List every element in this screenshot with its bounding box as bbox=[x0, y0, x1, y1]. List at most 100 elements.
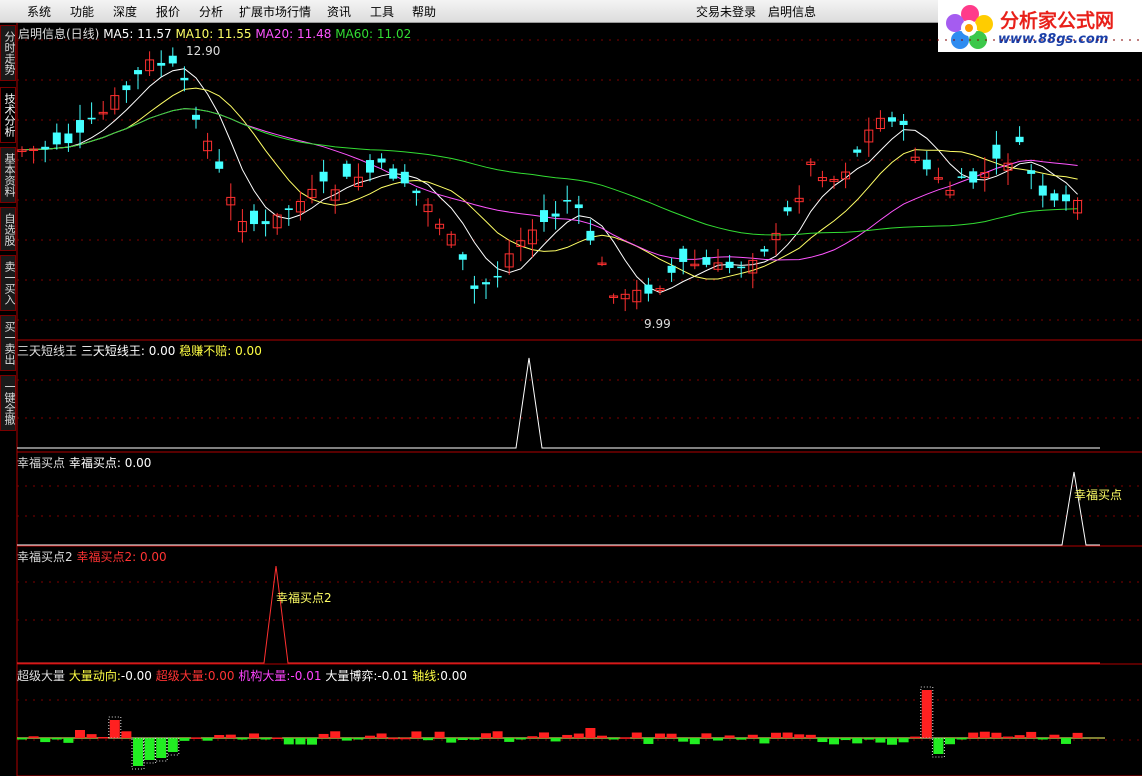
stock-title: 启明信息(日线) bbox=[18, 27, 100, 41]
ma20-label: MA20: 11.48 bbox=[255, 27, 332, 41]
volume-bar bbox=[956, 738, 967, 740]
xingfu2-line bbox=[17, 565, 1100, 664]
candle-body-down bbox=[969, 171, 978, 183]
volume-bar bbox=[852, 738, 863, 744]
chart-canvas[interactable] bbox=[0, 0, 1142, 776]
candle-body-down bbox=[284, 208, 293, 211]
candlestick-layer bbox=[17, 47, 1083, 312]
volume-bar bbox=[481, 733, 491, 738]
volume-bar bbox=[307, 738, 317, 745]
volume-bar bbox=[597, 735, 607, 738]
xingfu-signal-label: 幸福买点 bbox=[1074, 488, 1123, 502]
volume-bar bbox=[133, 738, 143, 766]
sankou-value: 三天短线王: 0.00 bbox=[80, 344, 176, 358]
zhouxian-label: 轴线: bbox=[412, 669, 441, 683]
candle-body-down bbox=[41, 146, 50, 150]
volume-bar bbox=[225, 734, 236, 738]
volume-bar bbox=[469, 738, 480, 740]
volume-bar bbox=[794, 734, 805, 738]
volume-bar bbox=[1014, 735, 1025, 738]
volume-bar bbox=[214, 735, 225, 738]
ma-line-45 bbox=[21, 108, 1078, 236]
volume-bar bbox=[1061, 738, 1071, 744]
volume-bar bbox=[782, 732, 793, 738]
volume-bar bbox=[330, 731, 341, 738]
volume-bar bbox=[98, 737, 109, 739]
volume-bar bbox=[585, 728, 596, 738]
candle-body-down bbox=[992, 144, 1001, 159]
jigou-daliang-value: -0.01 bbox=[290, 669, 322, 683]
candle-body-down bbox=[586, 230, 595, 241]
main-panel-header: 启明信息(日线) MA5: 11.57 MA10: 11.55 MA20: 11… bbox=[18, 25, 411, 42]
candle-body-down bbox=[261, 221, 270, 225]
volume-bar bbox=[272, 737, 283, 739]
candle-body-down bbox=[122, 85, 131, 91]
candle-body-down bbox=[1027, 170, 1036, 174]
candle-body-down bbox=[1062, 194, 1070, 202]
volume-bar bbox=[724, 735, 735, 738]
volume-bar bbox=[655, 733, 665, 738]
volume-bar bbox=[249, 733, 259, 738]
candle-body-down bbox=[899, 120, 908, 125]
volume-bar bbox=[191, 737, 201, 739]
volume-bar bbox=[979, 731, 990, 738]
volume-bar bbox=[817, 738, 828, 743]
candle-body-down bbox=[412, 190, 421, 194]
candle-body-down bbox=[737, 266, 746, 269]
volume-bar bbox=[713, 738, 723, 741]
candle-body-down bbox=[563, 200, 572, 202]
volume-bar bbox=[434, 731, 445, 738]
volume-bar bbox=[840, 738, 851, 741]
volume-bar bbox=[1072, 732, 1083, 738]
candle-body-down bbox=[400, 171, 409, 184]
candle-body-down bbox=[180, 77, 189, 81]
volume-bar bbox=[457, 738, 468, 740]
candle-body-down bbox=[52, 132, 61, 145]
candle-body-down bbox=[157, 62, 166, 66]
candle-body-down bbox=[853, 149, 862, 153]
volume-bar bbox=[701, 733, 712, 738]
candle-body-down bbox=[319, 171, 328, 182]
xingfu2-signal-label: 幸福买点2 bbox=[276, 591, 332, 605]
volume-bar bbox=[910, 736, 921, 739]
candle-body-down bbox=[1038, 185, 1047, 196]
candle-body-down bbox=[192, 114, 200, 120]
low-price-label: 9.99 bbox=[644, 317, 671, 331]
candle-body-down bbox=[540, 210, 548, 223]
volume-bar bbox=[1049, 734, 1060, 738]
sankou-name: 三天短线王 bbox=[17, 344, 78, 358]
volume-bar bbox=[40, 738, 51, 743]
volume-bar bbox=[666, 733, 677, 738]
volume-bar bbox=[968, 732, 979, 738]
volume-bar bbox=[318, 733, 329, 738]
xingfu-name: 幸福买点 bbox=[17, 456, 66, 470]
ma-line-10 bbox=[21, 87, 1078, 280]
candle-body-down bbox=[168, 55, 177, 64]
candle-body-down bbox=[679, 248, 688, 262]
volume-bar bbox=[353, 738, 364, 740]
volume-bar bbox=[492, 731, 503, 738]
volume-bar bbox=[829, 738, 839, 745]
jigou-daliang-label: 机构大量: bbox=[238, 669, 291, 683]
volume-bar bbox=[399, 737, 410, 740]
daliang-boyi-value: -0.01 bbox=[377, 669, 409, 683]
candle-body-down bbox=[493, 275, 502, 278]
volume-bar bbox=[945, 738, 955, 745]
daliang-dongxiang-value: -0.00 bbox=[120, 669, 152, 683]
volume-bar bbox=[179, 738, 190, 741]
volume-bar bbox=[75, 730, 85, 738]
candle-body-down bbox=[64, 133, 73, 144]
candle-body-down bbox=[644, 284, 653, 294]
volume-bar bbox=[365, 735, 375, 738]
ma-line-20 bbox=[21, 108, 1078, 261]
xingfu2-value: 幸福买点2: 0.00 bbox=[76, 550, 167, 564]
volume-name: 超级大量 bbox=[17, 669, 66, 683]
candle-body-down bbox=[725, 261, 734, 268]
xingfu-value: 幸福买点: 0.00 bbox=[68, 456, 152, 470]
candle-body-down bbox=[389, 168, 398, 179]
candle-body-down bbox=[1015, 136, 1024, 143]
volume-bar bbox=[921, 690, 932, 738]
indicator-layer bbox=[17, 357, 1105, 770]
volume-bar bbox=[805, 734, 816, 738]
ma10-label: MA10: 11.55 bbox=[175, 27, 252, 41]
